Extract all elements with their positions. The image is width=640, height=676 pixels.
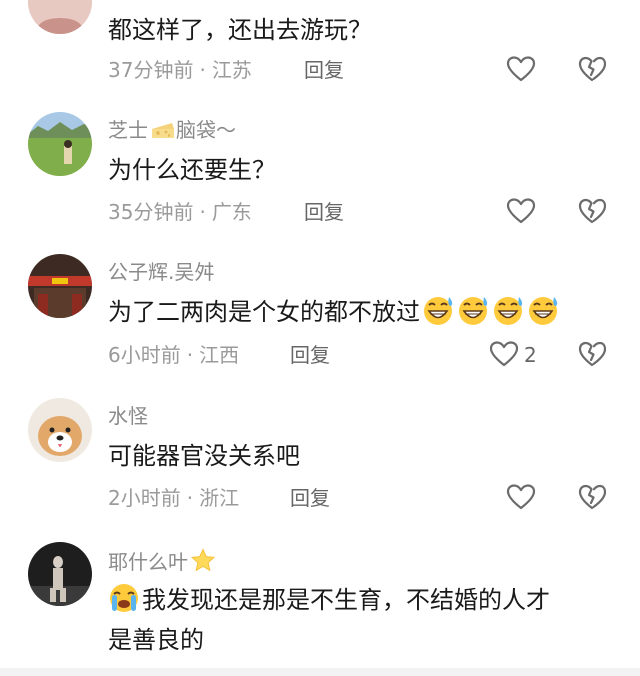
reply-button[interactable]: 回复 (290, 343, 330, 367)
broken-heart-icon[interactable] (578, 55, 606, 83)
reply-button[interactable]: 回复 (304, 58, 344, 82)
comment-text-body: 为了二两肉是个女的都不放过 (108, 298, 420, 326)
comment-text: 为了二两肉是个女的都不放过 (108, 294, 560, 330)
comment-location: 江苏 (211, 58, 252, 82)
avatar[interactable] (28, 254, 92, 318)
broken-heart-icon[interactable] (578, 483, 606, 511)
like-icon[interactable] (506, 55, 536, 83)
comment-meta: 35分钟前 · 广东 (108, 200, 252, 224)
grinning-sweat-emoji (494, 297, 523, 325)
avatar[interactable] (28, 398, 92, 462)
username-text: 耶什么叶 (108, 550, 188, 574)
username-text: 芝士 (108, 118, 148, 142)
broken-heart-icon[interactable] (578, 340, 606, 368)
username-suffix: 脑袋～ (176, 118, 236, 142)
comment-time: 6小时前 (108, 343, 181, 367)
comment-list: 都这样了，还出去游玩？ 37分钟前·江苏 回复 芝士脑袋～ 为什么还要生？ (0, 0, 640, 676)
avatar[interactable] (28, 112, 92, 176)
meta-separator: · (199, 58, 206, 82)
comment-text: 为什么还要生？ (108, 156, 276, 184)
reply-button[interactable]: 回复 (304, 200, 344, 224)
broken-heart-icon[interactable] (578, 197, 606, 225)
grinning-sweat-emoji (424, 297, 453, 325)
comment-text: 我发现还是那是不生育，不结婚的人才 (108, 582, 550, 618)
comment-meta: 37分钟前 · 江苏 (108, 58, 252, 82)
comment-time: 37分钟前 (108, 58, 194, 82)
comment-text: 都这样了，还出去游玩？ (108, 16, 372, 44)
meta-separator: · (186, 486, 194, 510)
comment-text: 可能器官没关系吧 (108, 442, 300, 470)
comment-meta: 2小时前 · 浙江 (108, 486, 239, 510)
like-icon[interactable] (506, 483, 536, 511)
like-icon[interactable] (506, 197, 536, 225)
comment-location: 江西 (199, 343, 240, 367)
meta-separator: · (186, 343, 194, 367)
like-icon[interactable] (489, 340, 519, 368)
cheese-emoji (152, 123, 174, 138)
comment-time: 2小时前 (108, 486, 181, 510)
meta-separator: · (199, 200, 206, 224)
username[interactable]: 水怪 (108, 404, 148, 428)
comment-location: 广东 (211, 200, 252, 224)
comment-text-continued: 是善良的 (108, 626, 204, 654)
loudly-crying-emoji (110, 584, 138, 612)
username[interactable]: 公子辉.吴舛 (108, 260, 214, 284)
avatar[interactable] (28, 542, 92, 606)
comment-meta: 6小时前 · 江西 (108, 343, 239, 367)
avatar[interactable] (28, 0, 92, 34)
comment-text-line1: 我发现还是那是不生育，不结婚的人才 (142, 586, 550, 614)
grinning-sweat-emoji (459, 297, 488, 325)
comment-location: 浙江 (199, 486, 240, 510)
bottom-edge (0, 668, 640, 676)
username[interactable]: 芝士 脑袋～ (108, 118, 236, 142)
comment-time: 35分钟前 (108, 200, 194, 224)
grinning-sweat-emoji (529, 297, 558, 325)
star-emoji (190, 548, 216, 572)
reply-button[interactable]: 回复 (290, 486, 330, 510)
username[interactable]: 耶什么叶 (108, 548, 216, 574)
like-count: 2 (524, 343, 537, 367)
